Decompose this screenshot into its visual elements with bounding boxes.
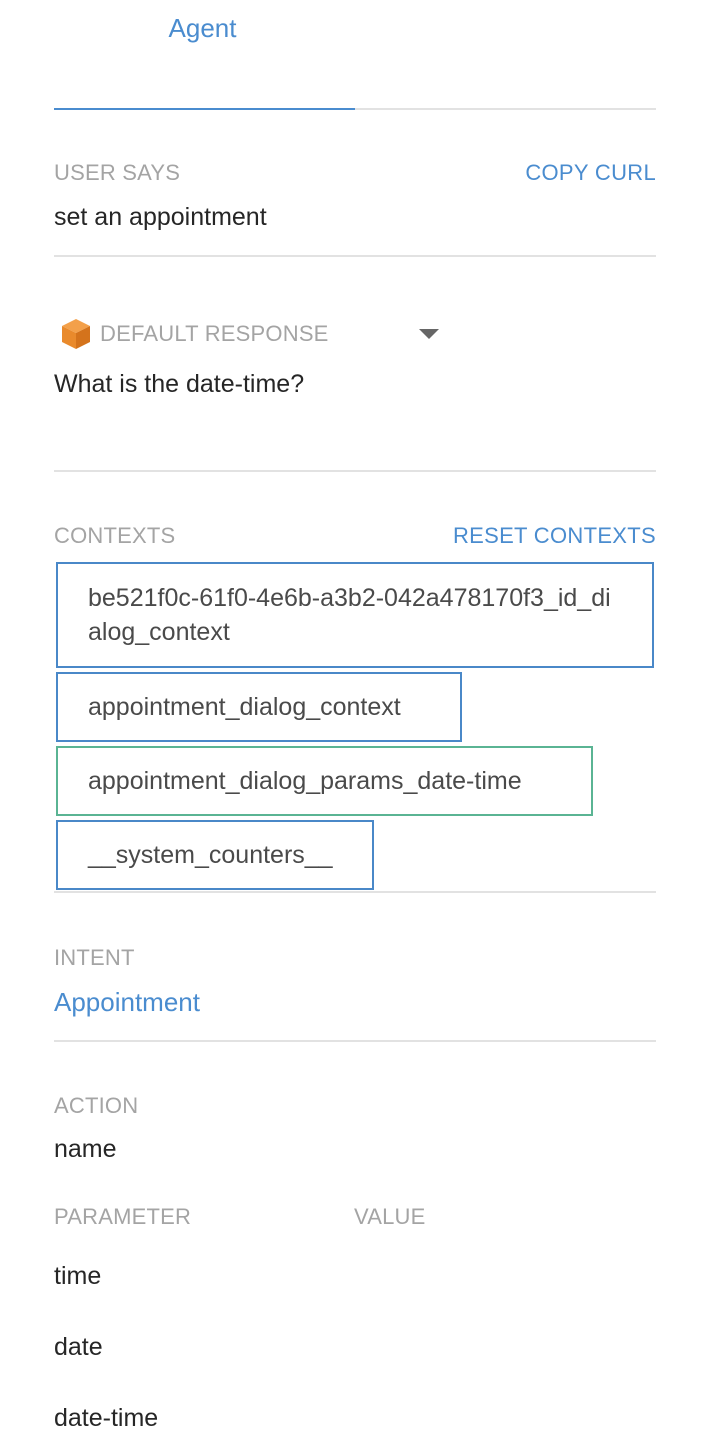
parameter-name: date-time [54,1404,159,1432]
intent-link[interactable]: Appointment [54,987,200,1018]
active-tab-indicator [54,108,355,110]
copy-curl-button[interactable]: COPY CURL [525,160,656,186]
action-label: ACTION [54,1093,139,1118]
intent-label: INTENT [54,945,135,970]
agent-response-panel: Agent USER SAYS COPY CURL set an appoint… [54,0,656,1456]
tab-agent-label: Agent [168,13,237,43]
contexts-label: CONTEXTS [54,523,176,548]
user-says-label: USER SAYS [54,160,181,185]
divider [54,255,656,257]
user-says-value: set an appointment [54,203,267,231]
parameter-row: date-time [54,1404,656,1444]
parameter-column-header: PARAMETER [54,1204,192,1229]
box-icon [60,317,92,351]
reset-contexts-button[interactable]: RESET CONTEXTS [453,523,656,549]
default-response-label: DEFAULT RESPONSE [100,321,329,346]
parameter-name: time [54,1262,102,1290]
divider [54,470,656,472]
chevron-down-icon[interactable] [419,329,439,339]
context-chip[interactable]: be521f0c-61f0-4e6b-a3b2-042a478170f3_id_… [56,562,654,668]
divider [54,1040,656,1042]
default-response-value: What is the date-time? [54,370,305,398]
divider [54,891,656,893]
parameter-row: time [54,1262,656,1302]
parameter-row: date [54,1333,656,1373]
parameter-name: date [54,1333,103,1361]
tab-bar: Agent [54,0,656,110]
tab-agent[interactable]: Agent [54,0,355,110]
context-chip[interactable]: __system_counters__ [56,820,374,890]
context-chip[interactable]: appointment_dialog_context [56,672,462,742]
value-column-header: VALUE [354,1204,426,1229]
context-chip[interactable]: appointment_dialog_params_date-time [56,746,593,816]
action-value: name [54,1135,117,1163]
